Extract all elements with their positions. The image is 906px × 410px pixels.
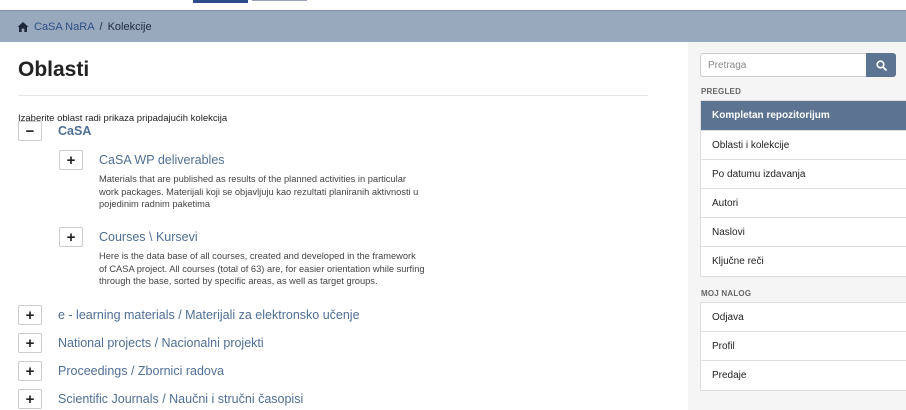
description-line: through the base, sorted by specific are…: [99, 276, 378, 286]
subcommunity-link-wp-deliverables[interactable]: CaSA WP deliverables: [99, 153, 225, 167]
description-line: pojedinim radnim paketima: [99, 199, 211, 209]
community-link-proceedings[interactable]: Proceedings / Zbornici radova: [58, 364, 224, 378]
breadcrumb-separator: /: [99, 20, 103, 33]
browse-heading: PREGLED: [701, 87, 742, 96]
community-row-national-projects: + National projects / Nacionalni projekt…: [18, 333, 264, 353]
search-form: [700, 53, 896, 77]
community-link-elearning[interactable]: e - learning materials / Materijali za e…: [58, 308, 360, 322]
search-input[interactable]: [700, 53, 866, 77]
menu-item-profile[interactable]: Profil: [701, 332, 906, 361]
breadcrumb-current: Kolekcije: [107, 20, 152, 33]
menu-item-full-repository[interactable]: Kompletan repozitorijum: [701, 101, 906, 131]
community-row-journals: + Scientific Journals / Naučni i stručni…: [18, 389, 303, 409]
page-title: Oblasti: [18, 58, 90, 81]
menu-item-submissions[interactable]: Predaje: [701, 361, 906, 390]
community-row-elearning: + e - learning materials / Materijali za…: [18, 305, 360, 325]
intro-text: Izaberite oblast radi prikaza pripadajuć…: [18, 113, 228, 124]
community-link-national-projects[interactable]: National projects / Nacionalni projekti: [58, 336, 264, 350]
expand-toggle-button[interactable]: +: [18, 389, 42, 409]
sidebar: PREGLED Kompletan repozitorijum Oblasti …: [688, 42, 906, 410]
subcommunity-link-courses[interactable]: Courses \ Kursevi: [99, 230, 198, 244]
subcommunity-wp-deliverables: + CaSA WP deliverables Materials that ar…: [59, 150, 489, 211]
expand-toggle-button[interactable]: +: [18, 305, 42, 325]
community-row-proceedings: + Proceedings / Zbornici radova: [18, 361, 224, 381]
expand-toggle-button[interactable]: +: [59, 227, 83, 247]
account-menu: Odjava Profil Predaje: [700, 302, 906, 391]
description-line: Materials that are published as results …: [99, 174, 406, 184]
account-heading: MOJ NALOG: [701, 289, 752, 298]
search-icon: [875, 59, 887, 71]
menu-item-communities-collections[interactable]: Oblasti i kolekcije: [701, 131, 906, 160]
menu-item-by-issue-date[interactable]: Po datumu izdavanja: [701, 160, 906, 189]
description-line: Here is the data base of all courses, cr…: [99, 251, 416, 261]
home-icon[interactable]: [17, 21, 29, 33]
expand-toggle-button[interactable]: +: [18, 361, 42, 381]
subcommunity-courses: + Courses \ Kursevi Here is the data bas…: [59, 227, 489, 288]
community-link-journals[interactable]: Scientific Journals / Naučni i stručni č…: [58, 392, 303, 406]
description-line: of CASA project. All courses (total of 6…: [99, 263, 425, 274]
expand-toggle-button[interactable]: +: [59, 150, 83, 170]
subcommunity-description: Here is the data base of all courses, cr…: [99, 250, 489, 288]
subcommunity-description: Materials that are published as results …: [99, 173, 489, 211]
breadcrumb: CaSA NaRA / Kolekcije: [0, 10, 906, 42]
menu-item-subjects[interactable]: Ključne reči: [701, 247, 906, 276]
nav-tab-indicator: [252, 0, 307, 1]
menu-item-authors[interactable]: Autori: [701, 189, 906, 218]
collapse-toggle-button[interactable]: −: [18, 121, 42, 141]
description-line: work packages. Materijali koji se objavl…: [99, 186, 419, 197]
nav-tab-indicator: [193, 0, 248, 3]
menu-item-logout[interactable]: Odjava: [701, 303, 906, 332]
expand-toggle-button[interactable]: +: [18, 333, 42, 353]
title-divider: [18, 95, 648, 96]
top-navbar: [0, 0, 906, 10]
community-link-casa[interactable]: CaSA: [58, 124, 91, 138]
search-button[interactable]: [866, 53, 896, 77]
community-row-casa: − CaSA: [18, 121, 91, 141]
breadcrumb-home-link[interactable]: CaSA NaRA: [34, 21, 95, 33]
main-content: Oblasti Izaberite oblast radi prikaza pr…: [18, 42, 676, 125]
browse-menu: Kompletan repozitorijum Oblasti i kolekc…: [700, 100, 906, 277]
menu-item-titles[interactable]: Naslovi: [701, 218, 906, 247]
